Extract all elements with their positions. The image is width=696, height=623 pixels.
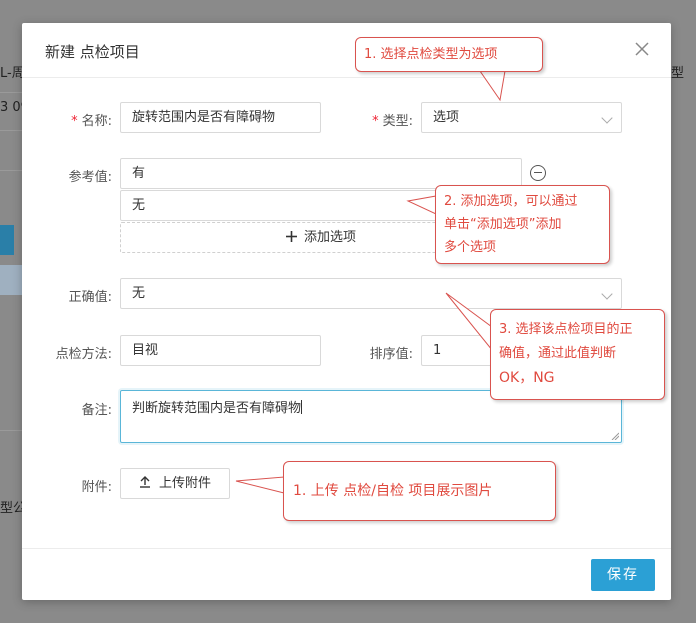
- order-label: 排序值:: [369, 347, 413, 362]
- plus-icon: [285, 231, 297, 242]
- save-button[interactable]: 保存: [591, 559, 655, 591]
- type-label: * 类型:: [372, 114, 413, 129]
- bg-divider: [0, 92, 22, 93]
- attachment-label: 附件:: [81, 480, 112, 495]
- bg-divider: [0, 430, 22, 431]
- method-label: 点检方法:: [55, 347, 112, 362]
- annotation-text-line: OK，NG: [499, 370, 555, 386]
- upload-attachment-label: 上传附件: [158, 476, 211, 491]
- correct-value-label: 正确值:: [68, 290, 112, 305]
- annotation-text-line: 确值，通过此值判断: [499, 346, 617, 361]
- upload-icon: [139, 476, 150, 488]
- name-input[interactable]: 旋转范围内是否有障碍物: [120, 102, 321, 133]
- resize-grip-icon[interactable]: [611, 432, 619, 440]
- bg-text-fragment: L-周: [0, 66, 25, 81]
- bg-row-highlight: [0, 265, 22, 295]
- annotation-callout-1: 1. 选择点检类型为选项: [355, 37, 543, 72]
- text-cursor: [301, 400, 303, 414]
- upload-attachment-button[interactable]: 上传附件: [120, 468, 230, 499]
- method-input[interactable]: 目视: [120, 335, 321, 366]
- annotation-text-line: 多个选项: [444, 240, 497, 255]
- annotation-callout-4: 1. 上传 点检/自检 项目展示图片: [283, 461, 556, 521]
- required-mark: *: [71, 114, 78, 129]
- correct-value-select[interactable]: 无: [120, 278, 622, 309]
- dialog-title: 新建 点检项目: [45, 43, 140, 61]
- bg-button-edge: [0, 225, 14, 255]
- order-input[interactable]: 1: [421, 335, 501, 366]
- remark-text: 判断旋转范围内是否有障碍物: [132, 401, 302, 416]
- footer-divider: [22, 548, 671, 549]
- annotation-text-line: 3. 选择该点检项目的正: [499, 322, 633, 337]
- type-select[interactable]: 选项: [421, 102, 622, 133]
- name-label: * 名称:: [71, 114, 112, 129]
- required-mark: *: [372, 114, 379, 129]
- remove-option-icon[interactable]: [530, 165, 546, 181]
- annotation-text-line: 2. 添加选项，可以通过: [444, 194, 578, 209]
- add-option-label: 添加选项: [303, 230, 356, 245]
- chevron-down-icon: [601, 288, 613, 300]
- remark-label: 备注:: [81, 403, 112, 418]
- type-select-value: 选项: [433, 110, 460, 125]
- correct-value-select-value: 无: [132, 286, 146, 301]
- reference-label: 参考值:: [68, 170, 112, 185]
- bg-text-fragment: 型: [671, 66, 685, 81]
- header-divider: [22, 77, 671, 78]
- annotation-callout-2: 2. 添加选项，可以通过 单击“添加选项”添加 多个选项: [435, 185, 610, 264]
- bg-divider: [0, 130, 22, 131]
- close-button[interactable]: [633, 40, 651, 58]
- annotation-callout-3: 3. 选择该点检项目的正 确值，通过此值判断 OK，NG: [490, 309, 665, 400]
- close-icon: [635, 42, 649, 56]
- annotation-text-line: 单击“添加选项”添加: [444, 217, 562, 232]
- chevron-down-icon: [601, 112, 613, 124]
- bg-divider: [0, 170, 22, 171]
